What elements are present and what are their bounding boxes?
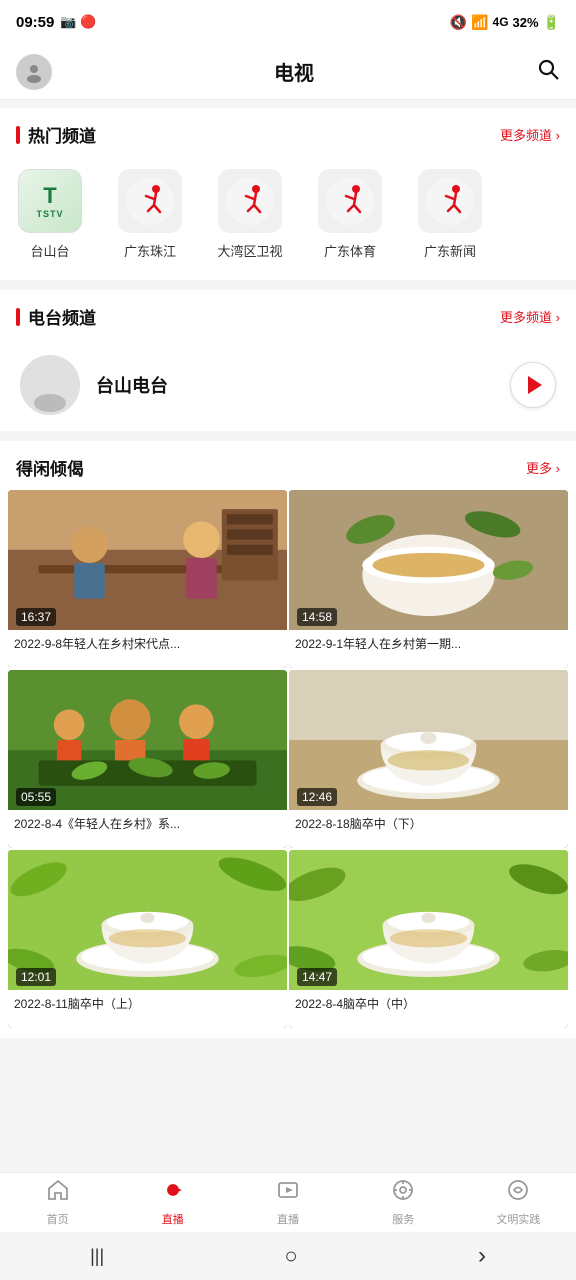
nav-item-culture[interactable]: 文明实践: [461, 1178, 576, 1227]
android-recent-button[interactable]: |||: [90, 1246, 104, 1267]
status-time: 09:59: [16, 14, 54, 31]
video-duration-1: 16:37: [16, 608, 56, 626]
video-card-2[interactable]: 14:58 2022-9-1年轻人在乡村第一期...: [289, 490, 568, 668]
gdzj-logo: [118, 169, 182, 233]
channel-item-gdty[interactable]: 广东体育: [300, 165, 400, 264]
dawan-logo: [218, 169, 282, 233]
video-section-header: 得闲倾偈 更多: [0, 441, 576, 490]
video-duration-2: 14:58: [297, 608, 337, 626]
channel-item-dawan[interactable]: 大湾区卫视: [200, 165, 300, 264]
video-card-4[interactable]: 12:46 2022-8-18脑卒中（下）: [289, 670, 568, 848]
video-title-3: 2022-8-4《年轻人在乡村》系...: [8, 810, 287, 848]
video-card-1[interactable]: 16:37 2022-9-8年轻人在乡村宋代点...: [8, 490, 287, 668]
top-nav: 电视: [0, 44, 576, 100]
video-title-5: 2022-8-11脑卒中（上）: [8, 990, 287, 1028]
radio-section: 电台频道 更多频道 台山电台: [0, 290, 576, 431]
gdxw-logo: [418, 169, 482, 233]
battery-level: 32%: [513, 15, 539, 30]
live-icon: [161, 1178, 185, 1208]
radio-section-title: 电台频道: [16, 304, 96, 329]
home-icon: [46, 1178, 70, 1208]
battery-icon: 🔋: [543, 14, 560, 31]
video-card-6[interactable]: 14:47 2022-8-4脑卒中（中）: [289, 850, 568, 1028]
channel-row: T TSTV 台山台 广东珠江: [0, 157, 576, 280]
hot-channels-header: 热门频道 更多频道: [0, 108, 576, 157]
mute-icon: 🔇: [450, 14, 467, 31]
channel-name-tstv: 台山台: [30, 241, 69, 260]
video-card-3[interactable]: 05:55 2022-8-4《年轻人在乡村》系...: [8, 670, 287, 848]
android-back-button[interactable]: ‹: [478, 1242, 486, 1270]
hot-channels-title: 热门频道: [16, 122, 96, 147]
search-button[interactable]: [536, 57, 560, 87]
nav-label-play: 直播: [277, 1211, 299, 1227]
video-section-title: 得闲倾偈: [16, 455, 84, 480]
video-grid: 16:37 2022-9-8年轻人在乡村宋代点...: [0, 490, 576, 1028]
video-title-1: 2022-9-8年轻人在乡村宋代点...: [8, 630, 287, 668]
radio-more[interactable]: 更多频道: [500, 307, 560, 326]
channel-item-gdxw[interactable]: 广东新闻: [400, 165, 500, 264]
video-title-2: 2022-9-1年轻人在乡村第一期...: [289, 630, 568, 668]
android-nav: ||| ○ ‹: [0, 1232, 576, 1280]
play-icon: [528, 376, 542, 394]
nav-label-live: 直播: [162, 1211, 184, 1227]
culture-icon: [506, 1178, 530, 1208]
nav-item-service[interactable]: 服务: [346, 1178, 461, 1227]
video-more-button[interactable]: 更多: [526, 458, 560, 477]
video-duration-4: 12:46: [297, 788, 337, 806]
radio-item[interactable]: 台山电台: [0, 339, 576, 431]
android-home-button[interactable]: ○: [284, 1243, 297, 1269]
video-duration-6: 14:47: [297, 968, 337, 986]
page-title: 电视: [274, 57, 314, 86]
user-avatar[interactable]: [16, 54, 52, 90]
status-bar: 09:59 📷 🔴 🔇 📶 4G 32% 🔋: [0, 0, 576, 44]
radio-name: 台山电台: [96, 372, 494, 398]
video-title-6: 2022-8-4脑卒中（中）: [289, 990, 568, 1028]
signal-icon: 4G: [493, 15, 509, 29]
video-duration-5: 12:01: [16, 968, 56, 986]
radio-section-header: 电台频道 更多频道: [0, 290, 576, 339]
play-nav-icon: [276, 1178, 300, 1208]
channel-item-gdzj[interactable]: 广东珠江: [100, 165, 200, 264]
nav-item-live[interactable]: 直播: [115, 1178, 230, 1227]
nav-label-culture: 文明实践: [496, 1211, 540, 1227]
channel-name-gdty: 广东体育: [324, 241, 376, 260]
bottom-nav: 首页 直播 直播: [0, 1172, 576, 1232]
video-title-4: 2022-8-18脑卒中（下）: [289, 810, 568, 848]
channel-name-dawan: 大湾区卫视: [217, 241, 282, 260]
radio-avatar: [20, 355, 80, 415]
channel-name-gdxw: 广东新闻: [424, 241, 476, 260]
notification-icons: 📷 🔴: [60, 14, 96, 30]
gdty-logo: [318, 169, 382, 233]
nav-item-home[interactable]: 首页: [0, 1178, 115, 1227]
video-section: 得闲倾偈 更多: [0, 441, 576, 1038]
radio-play-button[interactable]: [510, 362, 556, 408]
service-icon: [391, 1178, 415, 1208]
wifi-icon: 📶: [471, 14, 488, 31]
hot-channels-more[interactable]: 更多频道: [500, 125, 560, 144]
tstv-logo: T TSTV: [18, 169, 82, 233]
nav-label-home: 首页: [47, 1211, 69, 1227]
nav-item-play[interactable]: 直播: [230, 1178, 345, 1227]
video-duration-3: 05:55: [16, 788, 56, 806]
nav-label-service: 服务: [392, 1211, 414, 1227]
channel-item-tstv[interactable]: T TSTV 台山台: [0, 165, 100, 264]
channel-name-gdzj: 广东珠江: [124, 241, 176, 260]
video-card-5[interactable]: 12:01 2022-8-11脑卒中（上）: [8, 850, 287, 1028]
